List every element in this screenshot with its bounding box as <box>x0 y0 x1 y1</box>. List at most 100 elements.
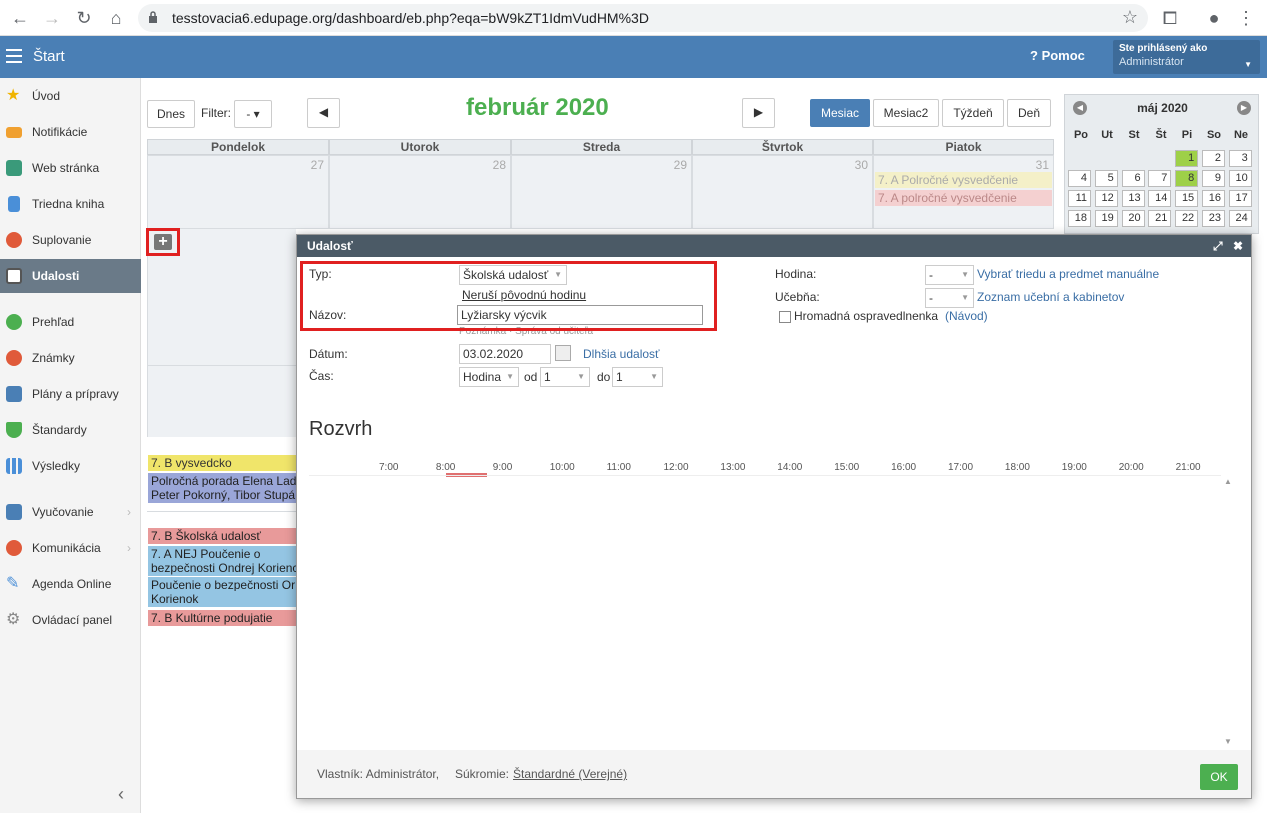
calendar-event[interactable]: 7. B vysvedcko <box>148 455 296 471</box>
mini-day[interactable]: 13 <box>1121 190 1145 207</box>
sidebar-item-label: Vyučovanie <box>32 505 94 519</box>
sidebar-item-vysledky[interactable]: Výsledky <box>0 449 141 483</box>
sidebar-item-plany[interactable]: Plány a prípravy <box>0 377 141 411</box>
sidebar-item-ovladaci-panel[interactable]: ⚙ Ovládací panel <box>0 603 141 637</box>
mini-day[interactable]: 17 <box>1228 190 1252 207</box>
guide-link[interactable]: (Návod) <box>945 309 988 323</box>
view-month-button[interactable]: Mesiac <box>810 99 870 127</box>
address-bar[interactable]: tesstovacia6.edupage.org/dashboard/eb.ph… <box>138 4 1148 32</box>
mini-day[interactable]: 7 <box>1148 170 1172 187</box>
mini-day[interactable]: 6 <box>1121 170 1145 187</box>
privacy-link[interactable]: Štandardné (Verejné) <box>513 767 627 781</box>
longer-event-link[interactable]: Dlhšia udalosť <box>583 347 660 361</box>
home-icon[interactable]: ⌂ <box>106 8 126 28</box>
mini-day[interactable]: 10 <box>1228 170 1252 187</box>
today-button[interactable]: Dnes <box>147 100 195 128</box>
maximize-icon[interactable]: ⤢ <box>1213 235 1223 257</box>
do-select[interactable]: 1 ▼ <box>612 367 663 387</box>
calendar-event-cont[interactable]: Peter Pokorný, Tibor Stupá <box>148 487 296 503</box>
calendar-event[interactable]: 7. A polročné vysvedčenie <box>875 190 1052 206</box>
mini-day[interactable]: 18 <box>1068 210 1091 227</box>
sidebar-item-komunikacia[interactable]: Komunikácia › <box>0 531 141 565</box>
cast-icon[interactable]: ⧠ <box>1160 8 1180 28</box>
sidebar-item-agenda[interactable]: ✎ Agenda Online <box>0 567 141 601</box>
start-link[interactable]: Štart <box>33 48 65 65</box>
cas-mode-select[interactable]: Hodina ▼ <box>459 367 519 387</box>
forward-arrow-icon[interactable]: → <box>42 8 62 28</box>
sidebar-item-uvod[interactable]: ★ Úvod <box>0 79 141 113</box>
mini-next-icon[interactable]: ▶ <box>1237 101 1251 115</box>
mini-day[interactable]: 16 <box>1202 190 1225 207</box>
close-icon[interactable]: ✖ <box>1233 235 1243 257</box>
day-cell[interactable]: 30 <box>692 155 873 229</box>
sidebar-item-notifikacie[interactable]: Notifikácie <box>0 115 141 149</box>
calendar-event[interactable]: 7. A Polročné vysvedčenie <box>875 172 1052 188</box>
mini-day[interactable]: 24 <box>1228 210 1252 227</box>
filter-select[interactable]: - ▾ <box>234 100 272 128</box>
prev-month-button[interactable]: ◀ <box>307 98 340 128</box>
od-select[interactable]: 1 ▼ <box>540 367 590 387</box>
mini-day[interactable]: 19 <box>1094 210 1118 227</box>
ucebna-select[interactable]: - ▼ <box>925 288 974 308</box>
datum-input[interactable]: 03.02.2020 <box>459 344 551 364</box>
mini-day[interactable]: 22 <box>1175 210 1199 227</box>
mini-day[interactable]: 12 <box>1094 190 1118 207</box>
profile-icon[interactable]: ● <box>1204 8 1224 28</box>
help-button[interactable]: ? Pomoc <box>1030 48 1085 63</box>
excuse-checkbox[interactable] <box>779 311 791 323</box>
mini-day[interactable]: 2 <box>1202 150 1225 167</box>
mini-day[interactable]: 1 <box>1175 150 1199 167</box>
sidebar-item-udalosti[interactable]: Udalosti <box>0 259 141 293</box>
mini-day[interactable]: 4 <box>1068 170 1091 187</box>
view-week-button[interactable]: Týždeň <box>942 99 1004 127</box>
view-day-button[interactable]: Deň <box>1007 99 1051 127</box>
next-month-button[interactable]: ▶ <box>742 98 775 128</box>
calendar-event[interactable]: 7. B Kultúrne podujatie <box>148 610 296 626</box>
sidebar-item-label: Komunikácia <box>32 541 101 555</box>
sidebar-item-vyucovanie[interactable]: Vyučovanie › <box>0 495 141 529</box>
day-cell[interactable]: 28 <box>329 155 511 229</box>
scroll-up-icon[interactable]: ▲ <box>1224 477 1232 486</box>
view-month2-button[interactable]: Mesiac2 <box>873 99 939 127</box>
mini-day[interactable]: 8 <box>1175 170 1199 187</box>
day-cell[interactable]: 27 <box>147 155 329 229</box>
collapse-sidebar-icon[interactable]: ‹ <box>118 784 124 805</box>
sidebar-item-znamky[interactable]: Známky <box>0 341 141 375</box>
reload-icon[interactable]: ↻ <box>74 8 94 28</box>
sidebar-item-triedna-kniha[interactable]: Triedna kniha <box>0 187 141 221</box>
sidebar: ★ Úvod Notifikácie Web stránka Triedna kn… <box>0 78 141 813</box>
mini-day[interactable]: 20 <box>1121 210 1145 227</box>
od-value: 1 <box>544 370 551 384</box>
back-arrow-icon[interactable]: ← <box>10 8 30 28</box>
ok-button[interactable]: OK <box>1200 764 1238 790</box>
sidebar-item-suplovanie[interactable]: Suplovanie <box>0 223 141 257</box>
mini-day[interactable]: 21 <box>1148 210 1172 227</box>
mini-day[interactable]: 11 <box>1068 190 1091 207</box>
calendar-picker-icon[interactable] <box>555 345 571 361</box>
sidebar-item-standardy[interactable]: Štandardy <box>0 413 141 447</box>
user-menu[interactable]: Ste prihlásený ako Administrátor ▼ <box>1113 40 1260 74</box>
rooms-link[interactable]: Zoznam učební a kabinetov <box>977 290 1124 304</box>
mini-day[interactable]: 5 <box>1094 170 1118 187</box>
calendar-event-cont[interactable]: Korienok <box>148 591 296 607</box>
calendar-event[interactable]: 7. B Školská udalosť <box>148 528 296 544</box>
day-cell[interactable]: 31 7. A Polročné vysvedčenie 7. A polroč… <box>873 155 1054 229</box>
mini-day[interactable]: 9 <box>1202 170 1225 187</box>
add-event-button[interactable]: + <box>146 228 180 256</box>
mini-day[interactable]: 3 <box>1228 150 1252 167</box>
bookmark-star-icon[interactable]: ☆ <box>1122 7 1138 28</box>
hamburger-menu-icon[interactable] <box>6 49 22 63</box>
select-class-link[interactable]: Vybrať triedu a predmet manuálne <box>977 267 1159 281</box>
hodina-select[interactable]: - ▼ <box>925 265 974 285</box>
timetable-scrollbar[interactable]: ▲ ▼ <box>1221 475 1238 750</box>
calendar-event-cont[interactable]: bezpečnosti Ondrej Korienc <box>148 560 296 576</box>
mini-day[interactable]: 15 <box>1175 190 1199 207</box>
day-cell[interactable]: 29 <box>511 155 692 229</box>
menu-dots-icon[interactable]: ⋮ <box>1236 8 1256 28</box>
timeline-hour: 11:00 <box>606 462 631 473</box>
scroll-down-icon[interactable]: ▼ <box>1224 737 1232 746</box>
sidebar-item-web[interactable]: Web stránka <box>0 151 141 185</box>
mini-day[interactable]: 14 <box>1148 190 1172 207</box>
sidebar-item-prehlad[interactable]: Prehľad <box>0 305 141 339</box>
mini-day[interactable]: 23 <box>1202 210 1225 227</box>
